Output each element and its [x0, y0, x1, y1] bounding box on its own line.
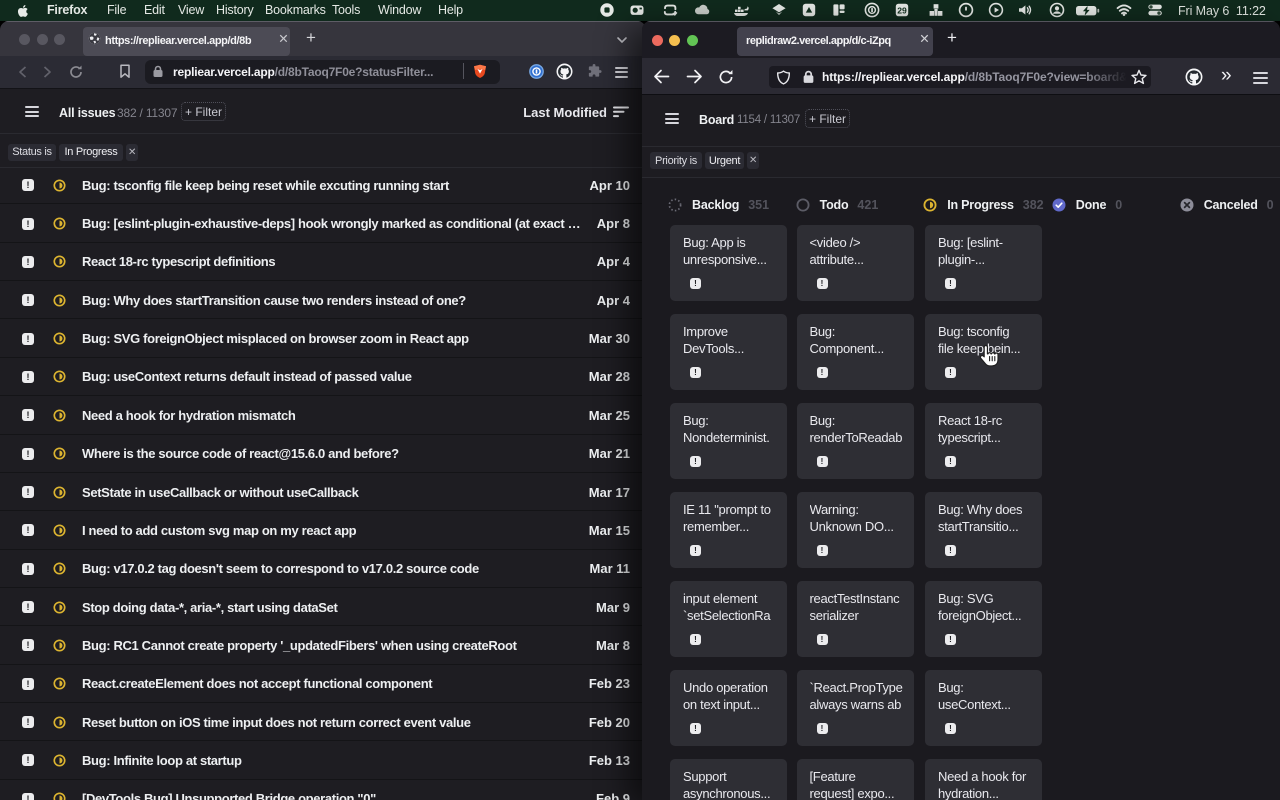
svg-text:29: 29	[897, 5, 907, 15]
